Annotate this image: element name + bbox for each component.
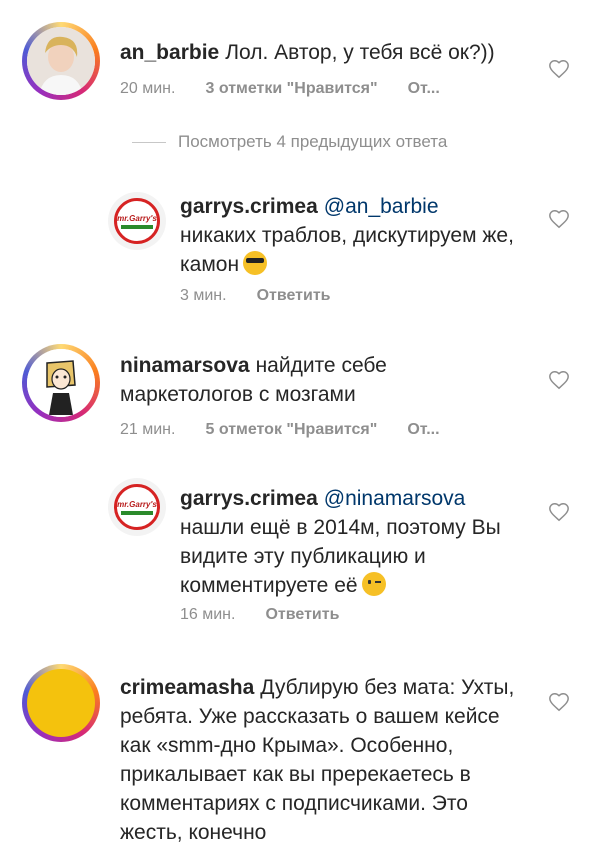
heart-icon[interactable]	[548, 208, 570, 230]
avatar[interactable]	[22, 664, 100, 742]
reply-button[interactable]: От...	[408, 80, 440, 98]
garrys-logo-icon: mr.Garry's	[114, 484, 160, 530]
comment-time: 16 мин.	[180, 606, 236, 623]
reply-button[interactable]: Ответить	[257, 287, 331, 305]
avatar[interactable]: mr.Garry's	[108, 192, 166, 250]
avatar-placeholder	[27, 669, 95, 737]
comment-text: ninamarsova найдите себе маркетологов с м…	[120, 351, 450, 409]
avatar[interactable]	[22, 22, 100, 100]
divider	[132, 141, 166, 143]
comment-body: никаких траблов, дискутируем же, камон	[180, 224, 514, 276]
heart-icon[interactable]	[548, 501, 570, 523]
garrys-logo-icon: mr.Garry's	[114, 198, 160, 244]
reply-button[interactable]: Ответить	[265, 606, 339, 624]
comment-time: 20 мин.	[120, 80, 176, 97]
view-previous-replies[interactable]: Посмотреть 4 предыдущих ответа	[132, 132, 447, 152]
comment-meta: 21 мин. 5 отметок "Нравится" От...	[120, 421, 440, 439]
comment-time: 21 мин.	[120, 421, 176, 438]
avatar[interactable]	[22, 344, 100, 422]
comment-mention[interactable]: @an_barbie	[324, 195, 439, 218]
comment-username[interactable]: ninamarsova	[120, 354, 250, 377]
comment-likes[interactable]: 5 отметок "Нравится"	[205, 421, 377, 439]
comment-time: 3 мин.	[180, 287, 227, 304]
reply-button[interactable]: От...	[407, 421, 439, 439]
comment-text: garrys.crimea @ninamarsova нашли ещё в 20…	[180, 484, 510, 600]
comment-username[interactable]: crimeamasha	[120, 676, 254, 699]
comment-text: an_barbie Лол. Автор, у тебя всё ок?))	[120, 38, 540, 67]
comment-body: Дублирую без мата: Ухты, ребята. Уже рас…	[120, 676, 515, 844]
user-drawing-icon	[27, 349, 95, 417]
user-photo-icon	[27, 27, 95, 95]
heart-icon[interactable]	[548, 58, 570, 80]
comment-mention[interactable]: @ninamarsova	[324, 487, 466, 510]
comment-text: garrys.crimea @an_barbie никаких траблов,…	[180, 192, 530, 279]
sunglasses-emoji-icon	[243, 251, 268, 275]
comment-username[interactable]: an_barbie	[120, 41, 219, 64]
comment-body: нашли ещё в 2014м, поэтому Вы видите эту…	[180, 516, 501, 597]
wink-emoji-icon	[361, 572, 386, 596]
comment-username[interactable]: garrys.crimea	[180, 195, 318, 218]
view-replies-label: Посмотреть 4 предыдущих ответа	[178, 132, 448, 151]
comment-text: crimeamasha Дублирую без мата: Ухты, ребя…	[120, 673, 530, 847]
avatar[interactable]: mr.Garry's	[108, 478, 166, 536]
heart-icon[interactable]	[548, 691, 570, 713]
comment-username[interactable]: garrys.crimea	[180, 487, 318, 510]
comment-meta: 20 мин. 3 отметки "Нравится" От...	[120, 80, 440, 98]
comment-meta: 16 мин. Ответить	[180, 606, 339, 624]
heart-icon[interactable]	[548, 369, 570, 391]
comment-meta: 3 мин. Ответить	[180, 287, 331, 305]
comment-body: Лол. Автор, у тебя всё ок?))	[225, 41, 495, 64]
comment-likes[interactable]: 3 отметки "Нравится"	[205, 80, 377, 98]
